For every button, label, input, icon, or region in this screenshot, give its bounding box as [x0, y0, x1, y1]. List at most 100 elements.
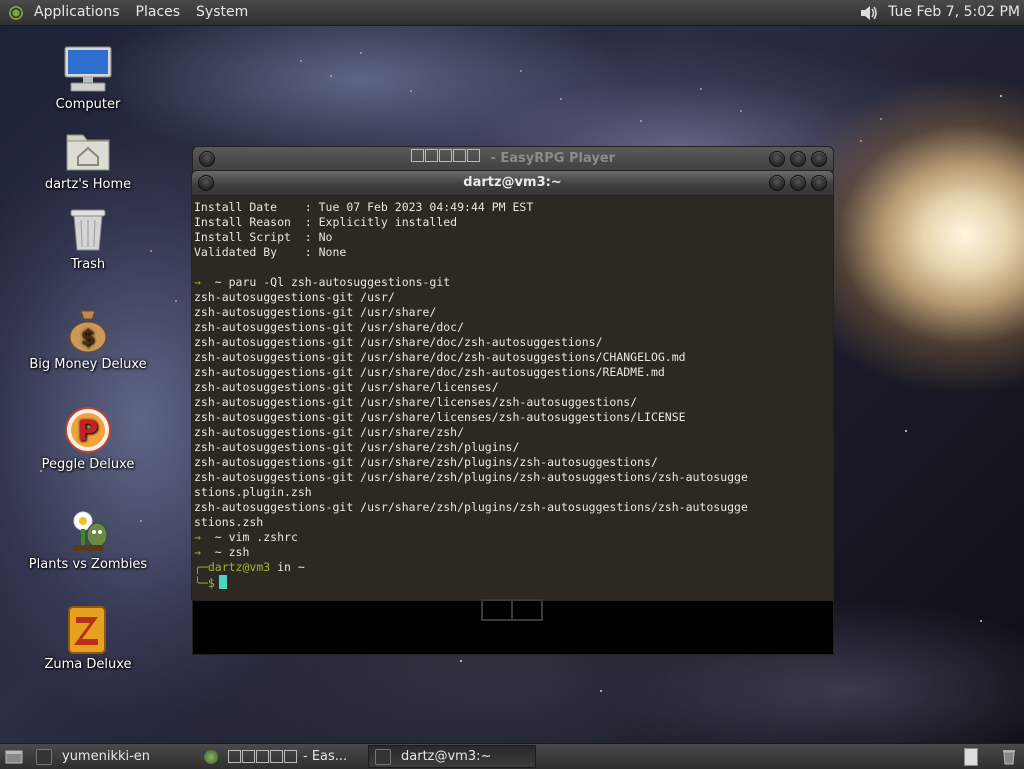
prompt-arrow-icon: → — [194, 275, 201, 289]
home-folder-icon — [63, 125, 113, 175]
trash-applet[interactable] — [994, 749, 1024, 765]
terminal-line: Install Script : No — [194, 230, 333, 244]
minimize-icon[interactable] — [769, 151, 785, 167]
terminal-line: zsh-autosuggestions-git /usr/share/licen… — [194, 380, 499, 394]
terminal-line: Install Reason : Explicitly installed — [194, 215, 458, 229]
taskbar-item-terminal[interactable]: dartz@vm3:~ — [368, 745, 536, 768]
terminal-line: zsh-autosuggestions-git /usr/share/zsh/p… — [194, 470, 748, 484]
terminal-line: zsh-autosuggestions-git /usr/share/zsh/p… — [194, 455, 658, 469]
terminal-line: zsh-autosuggestions-git /usr/share/doc/z… — [194, 335, 603, 349]
desktop-icon-label: dartz's Home — [44, 177, 132, 192]
workspace-switcher[interactable] — [948, 747, 994, 766]
title-glyph-boxes — [410, 149, 480, 162]
terminal-line: zsh-autosuggestions-git /usr/share/licen… — [194, 410, 686, 424]
prompt-corner-icon: ╭─ — [194, 560, 208, 574]
terminal-output[interactable]: Install Date : Tue 07 Feb 2023 04:49:44 … — [191, 196, 834, 600]
window-menu-icon[interactable] — [198, 175, 214, 191]
terminal-command-line: → ~ paru -Ql zsh-autosuggestions-git — [194, 275, 833, 290]
desktop-icon-plants-vs-zombies[interactable]: Plants vs Zombies — [28, 505, 148, 572]
terminal-line: zsh-autosuggestions-git /usr/share/doc/ — [194, 320, 465, 334]
zuma-icon — [63, 605, 113, 655]
desktop-icon-home[interactable]: dartz's Home — [28, 125, 148, 192]
prompt-arrow-icon: → — [194, 530, 201, 544]
maximize-icon[interactable] — [790, 151, 806, 167]
terminal-command-line: → ~ vim .zshrc — [194, 530, 833, 545]
menu-system[interactable]: System — [188, 0, 256, 25]
close-icon[interactable] — [811, 175, 827, 191]
terminal-command: ~ paru -Ql zsh-autosuggestions-git — [200, 275, 451, 289]
prompt-user: dartz@vm3 — [207, 560, 271, 574]
prompt-input-line[interactable]: ╰─$ — [194, 575, 833, 590]
desktop-icon-computer[interactable]: Computer — [28, 45, 148, 112]
menu-places[interactable]: Places — [128, 0, 189, 25]
game-frame-icon — [481, 599, 543, 621]
clock[interactable]: Tue Feb 7, 5:02 PM — [888, 0, 1020, 25]
terminal-line: Validated By : None — [194, 245, 347, 259]
terminal-line: zsh-autosuggestions-git /usr/ — [194, 290, 395, 304]
desktop-icon-label: Peggle Deluxe — [41, 457, 135, 472]
close-icon[interactable] — [811, 151, 827, 167]
terminal-line: zsh-autosuggestions-git /usr/share/doc/z… — [194, 365, 665, 379]
easyrpg-window-title: - EasyRPG Player — [485, 151, 616, 166]
show-desktop-button[interactable] — [0, 745, 30, 768]
terminal-line: zsh-autosuggestions-git /usr/share/zsh/ — [194, 425, 465, 439]
prompt-location: in ~ — [270, 560, 305, 574]
terminal-line: Install Date : Tue 07 Feb 2023 04:49:44 … — [194, 200, 534, 214]
minimize-icon[interactable] — [769, 175, 785, 191]
desktop-icon-label: Computer — [55, 97, 121, 112]
top-panel-tray: Tue Feb 7, 5:02 PM — [858, 0, 1024, 25]
taskbar-item-easyrpg[interactable]: - Eas... — [198, 745, 368, 768]
terminal-window-title: dartz@vm3:~ — [463, 175, 562, 190]
yumenikki-app-icon — [36, 748, 52, 765]
title-glyph-boxes — [228, 750, 297, 763]
desktop-icon-label: Trash — [70, 257, 106, 272]
prompt-symbol: $ — [207, 576, 215, 590]
terminal-line: zsh-autosuggestions-git /usr/share/ — [194, 305, 437, 319]
trash-icon — [1003, 749, 1015, 764]
terminal-line: stions.plugin.zsh — [194, 485, 312, 499]
terminal-command: ~ zsh — [200, 545, 250, 559]
money-bag-icon: $ — [63, 305, 113, 355]
maximize-icon[interactable] — [790, 175, 806, 191]
taskbar-item-label: yumenikki-en — [62, 749, 151, 764]
desktop-icon-trash[interactable]: Trash — [28, 205, 148, 272]
desktop-icon-label: Zuma Deluxe — [44, 657, 132, 672]
desktop-icon-big-money[interactable]: $ Big Money Deluxe — [28, 305, 148, 372]
desktop-icon-label: Plants vs Zombies — [28, 557, 148, 572]
taskbar-item-label: dartz@vm3:~ — [401, 749, 492, 764]
terminal-line: zsh-autosuggestions-git /usr/share/doc/z… — [194, 350, 686, 364]
easyrpg-window-content[interactable] — [192, 599, 834, 655]
menu-applications[interactable]: Applications — [26, 0, 128, 25]
desktop-icon-zuma[interactable]: Zuma Deluxe — [28, 605, 148, 672]
terminal-line: stions.zsh — [194, 515, 264, 529]
prompt-corner-icon: ╰─ — [194, 576, 208, 590]
terminal-app-icon — [375, 748, 391, 765]
window-menu-icon[interactable] — [199, 151, 215, 167]
terminal-line: zsh-autosuggestions-git /usr/share/licen… — [194, 395, 638, 409]
bottom-panel: yumenikki-en - Eas... dartz@vm3:~ — [0, 743, 1024, 769]
svg-text:P: P — [78, 414, 99, 447]
prompt-arrow-icon: → — [194, 545, 201, 559]
text-cursor — [218, 575, 227, 589]
desktop-icon-label: Big Money Deluxe — [29, 357, 147, 372]
taskbar-item-label: - Eas... — [303, 749, 348, 764]
workspace-icon — [964, 747, 978, 766]
plants-vs-zombies-icon — [63, 505, 113, 555]
desktop-icon-peggle[interactable]: P Peggle Deluxe — [28, 405, 148, 472]
show-desktop-icon — [5, 750, 23, 763]
terminal-command-line: → ~ zsh — [194, 545, 833, 560]
easyrpg-app-icon — [204, 749, 218, 764]
easyrpg-window-titlebar[interactable]: - EasyRPG Player — [192, 146, 834, 172]
terminal-window-titlebar[interactable]: dartz@vm3:~ — [191, 170, 834, 196]
svg-text:$: $ — [81, 325, 95, 349]
prompt-line: ╭─dartz@vm3 in ~ — [194, 560, 833, 575]
terminal-line: zsh-autosuggestions-git /usr/share/zsh/p… — [194, 500, 748, 514]
volume-icon[interactable] — [858, 2, 880, 24]
terminal-command: ~ vim .zshrc — [200, 530, 298, 544]
peggle-icon: P — [63, 405, 113, 455]
taskbar-item-yumenikki[interactable]: yumenikki-en — [30, 745, 198, 768]
computer-icon — [63, 45, 113, 95]
trash-icon — [63, 205, 113, 255]
distro-logo-icon[interactable] — [8, 4, 24, 21]
